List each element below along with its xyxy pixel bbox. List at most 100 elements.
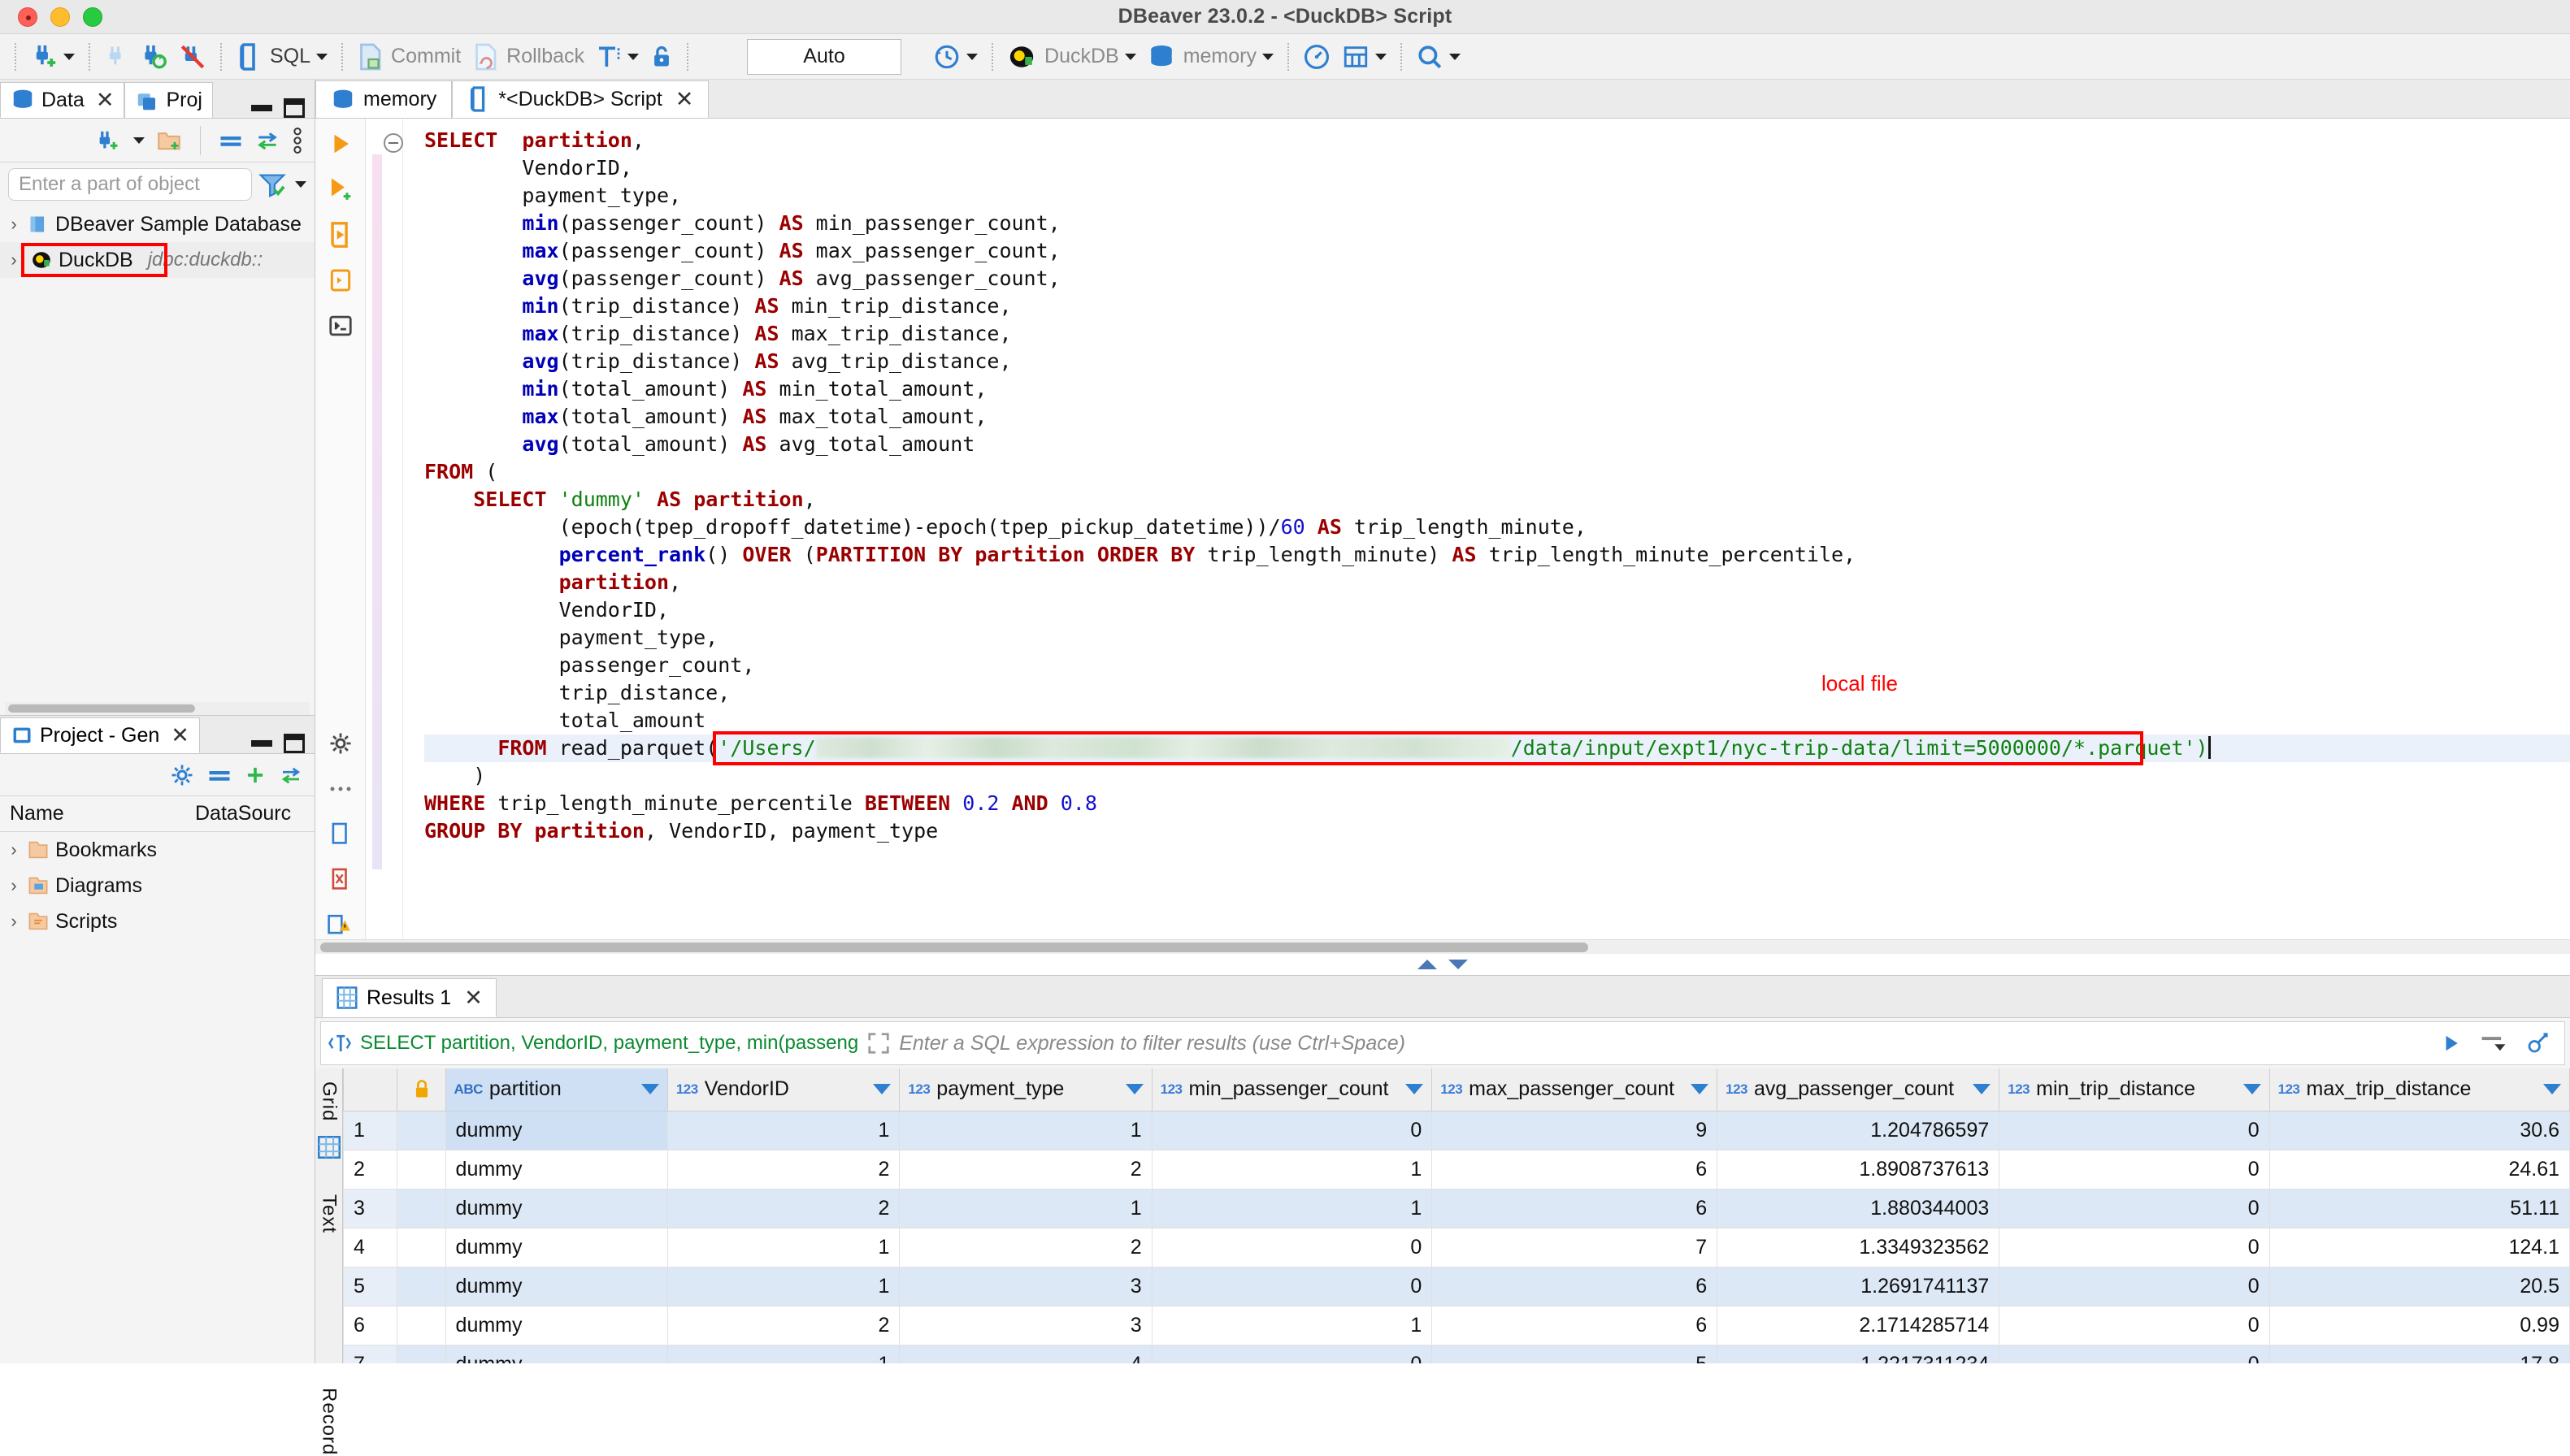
presentation-tab-record[interactable]: Record — [318, 1388, 341, 1455]
column-header-max-passenger-count[interactable]: 123 max_passenger_count — [1431, 1068, 1718, 1112]
table-cell[interactable]: 0 — [1999, 1305, 2270, 1346]
table-cell[interactable]: 20.5 — [2268, 1266, 2570, 1306]
table-cell[interactable]: 1.8908737613 — [1717, 1149, 2000, 1190]
table-cell[interactable]: 2 — [666, 1149, 901, 1190]
link-editor-icon[interactable] — [279, 765, 303, 785]
close-icon[interactable]: ✕ — [171, 723, 189, 748]
collapse-all-icon[interactable] — [219, 132, 243, 150]
new-connection-icon[interactable] — [95, 128, 119, 153]
table-row[interactable]: 1 dummy 1 1 0 9 1.204786597 0 30.6 — [343, 1110, 2570, 1150]
table-cell[interactable]: 0 — [1999, 1149, 2270, 1190]
view-menu-icon[interactable] — [292, 127, 303, 154]
table-row[interactable]: 7dummy14051.2217311234017.8 — [343, 1344, 2570, 1363]
table-cell[interactable]: 1 — [666, 1266, 901, 1306]
table-cell[interactable]: dummy — [445, 1305, 668, 1346]
new-sql-editor-button[interactable]: SQL — [232, 38, 332, 76]
dashboard-button[interactable] — [1299, 38, 1335, 76]
expand-arrow-icon[interactable]: › — [7, 214, 21, 235]
table-cell[interactable]: 1.2691741137 — [1717, 1266, 2000, 1306]
collapse-down-icon[interactable] — [1448, 960, 1468, 969]
table-cell[interactable]: 1.880344003 — [1717, 1188, 2000, 1228]
project-settings-icon[interactable] — [170, 763, 194, 787]
expand-arrow-icon[interactable]: › — [7, 839, 21, 860]
table-row[interactable]: 5 dummy 1 3 0 6 1.2691741137 0 20.5 — [343, 1266, 2570, 1306]
table-cell[interactable]: 1 — [1151, 1305, 1433, 1346]
table-cell[interactable]: 7 — [1431, 1227, 1718, 1268]
scrollbar-thumb[interactable] — [320, 942, 1588, 952]
table-cell[interactable]: 51.11 — [2268, 1188, 2570, 1228]
column-header-vendorid[interactable]: 123 VendorID — [666, 1068, 901, 1112]
table-cell[interactable]: 24.61 — [2268, 1149, 2570, 1190]
table-cell[interactable]: 2 — [899, 1149, 1153, 1190]
table-cell[interactable]: dummy — [445, 1227, 668, 1268]
sql-code-text[interactable]: SELECT partition, VendorID, payment_type… — [403, 119, 2570, 939]
selected-cell[interactable]: dummy — [445, 1110, 668, 1150]
table-cell[interactable]: 1 — [899, 1188, 1153, 1228]
search-button[interactable] — [1412, 38, 1465, 76]
object-filter-input[interactable]: Enter a part of object — [8, 168, 252, 201]
tab-projects[interactable]: Proj — [124, 82, 213, 118]
table-cell[interactable]: 2 — [666, 1305, 901, 1346]
column-sort-icon[interactable] — [2242, 1084, 2261, 1095]
table-cell[interactable]: 4 — [899, 1344, 1153, 1363]
minimize-panel-icon[interactable] — [251, 105, 272, 111]
tab-results-1[interactable]: Results 1 ✕ — [322, 978, 497, 1017]
table-cell[interactable]: 30.6 — [2268, 1110, 2570, 1150]
active-database-select[interactable]: memory — [1144, 38, 1278, 76]
sql-console-icon[interactable] — [327, 312, 354, 340]
tab-duckdb-script[interactable]: *<DuckDB> Script ✕ — [452, 80, 710, 118]
table-cell[interactable]: 6 — [1431, 1266, 1718, 1306]
chevron-down-icon[interactable] — [133, 136, 145, 144]
panel-collapse-controls[interactable] — [315, 954, 2570, 975]
transaction-log-button[interactable] — [929, 38, 982, 76]
database-objects-button[interactable] — [1338, 38, 1391, 76]
fold-collapse-icon[interactable] — [383, 133, 403, 153]
close-icon[interactable]: ✕ — [464, 986, 483, 1011]
table-cell[interactable]: dummy — [445, 1188, 668, 1228]
close-icon[interactable]: ✕ — [96, 88, 115, 113]
execute-script-icon[interactable] — [327, 221, 354, 249]
active-connection-select[interactable]: DuckDB — [1003, 38, 1140, 76]
column-sort-icon[interactable] — [1973, 1084, 1991, 1095]
column-header-partition[interactable]: ABC partition — [445, 1068, 668, 1112]
scrollbar-thumb[interactable] — [8, 704, 195, 713]
execute-statement-icon[interactable] — [327, 130, 354, 158]
chevron-down-icon[interactable] — [1124, 53, 1136, 60]
maximize-panel-icon[interactable] — [284, 98, 305, 118]
chevron-down-icon[interactable] — [627, 53, 640, 60]
table-cell[interactable]: 0 — [1999, 1344, 2270, 1363]
editor-settings-icon[interactable] — [327, 730, 354, 757]
filter-sql-icon[interactable] — [328, 1032, 352, 1055]
chevron-down-icon[interactable] — [63, 53, 75, 60]
table-row[interactable]: 3 dummy 2 1 1 6 1.880344003 0 51.11 — [343, 1188, 2570, 1228]
table-cell[interactable]: 0 — [1151, 1344, 1433, 1363]
refresh-connection-button[interactable] — [136, 38, 171, 76]
column-header-min-trip-distance[interactable]: 123 min_trip_distance — [1999, 1068, 2270, 1112]
table-cell[interactable]: 6 — [1431, 1188, 1718, 1228]
results-table[interactable]: ABC partition 123 VendorID 123 payment_t… — [343, 1068, 2570, 1363]
table-cell[interactable]: 17.8 — [2268, 1344, 2570, 1363]
filter-settings-icon[interactable] — [258, 171, 286, 197]
table-cell[interactable]: 3 — [899, 1266, 1153, 1306]
presentation-tab-text[interactable]: Text — [318, 1194, 341, 1233]
execute-expression-icon[interactable] — [327, 266, 354, 294]
table-cell[interactable]: 0 — [1151, 1227, 1433, 1268]
column-sort-icon[interactable] — [640, 1084, 659, 1095]
tree-item-sample-database[interactable]: › DBeaver Sample Database — [0, 206, 315, 242]
column-sort-icon[interactable] — [873, 1084, 892, 1095]
chevron-down-icon[interactable] — [1449, 53, 1461, 60]
column-sort-icon[interactable] — [2543, 1084, 2561, 1095]
transaction-mode-button[interactable] — [592, 38, 643, 76]
table-row[interactable]: 2 dummy 2 2 1 6 1.8908737613 0 24.61 — [343, 1149, 2570, 1190]
table-cell[interactable]: 1.3349323562 — [1717, 1227, 2000, 1268]
presentation-tab-grid[interactable]: Grid — [318, 1081, 341, 1121]
column-sort-icon[interactable] — [1405, 1084, 1424, 1095]
expand-arrow-icon[interactable]: › — [7, 911, 21, 932]
table-cell[interactable]: 9 — [1431, 1110, 1718, 1150]
table-row[interactable]: 6 dummy 2 3 1 6 2.1714285714 0 0.99 — [343, 1305, 2570, 1346]
new-connection-button[interactable] — [26, 38, 79, 76]
table-cell[interactable]: 2 — [666, 1188, 901, 1228]
table-cell[interactable]: 1 — [1151, 1149, 1433, 1190]
invalidate-connection-button[interactable] — [175, 38, 211, 76]
table-cell[interactable]: 0.99 — [2268, 1305, 2570, 1346]
